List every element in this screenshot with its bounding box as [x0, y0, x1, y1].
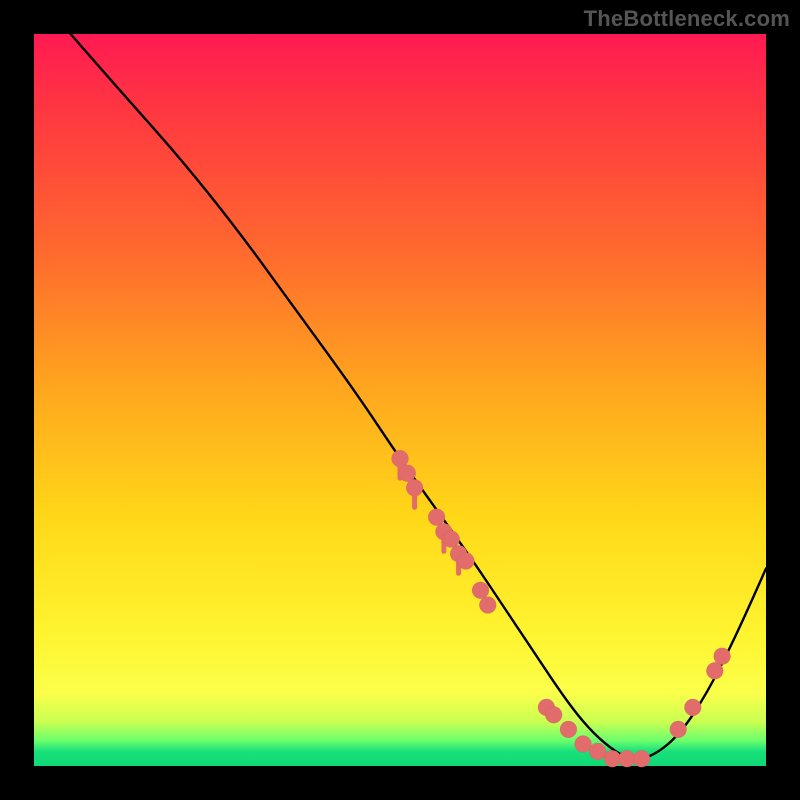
- highlight-dot: [443, 531, 460, 548]
- chart-overlay: [34, 34, 766, 766]
- highlight-dot: [472, 582, 489, 599]
- highlight-dot: [428, 509, 445, 526]
- highlight-dot: [545, 706, 562, 723]
- highlight-dot: [399, 465, 416, 482]
- plot-area: [34, 34, 766, 766]
- chart-frame: TheBottleneck.com: [0, 0, 800, 800]
- highlight-dot: [633, 750, 650, 767]
- highlight-dot: [406, 479, 423, 496]
- highlight-dot: [684, 699, 701, 716]
- highlight-dots: [392, 450, 731, 767]
- highlight-dot: [714, 648, 731, 665]
- highlight-dot: [706, 662, 723, 679]
- highlight-dot: [479, 597, 496, 614]
- highlight-dot: [457, 553, 474, 570]
- highlight-dot: [670, 721, 687, 738]
- watermark-text: TheBottleneck.com: [584, 6, 790, 32]
- highlight-dot: [575, 736, 592, 753]
- highlight-drip: [412, 494, 417, 510]
- highlight-dot: [392, 450, 409, 467]
- bottleneck-curve: [71, 34, 766, 759]
- highlight-dot: [560, 721, 577, 738]
- highlight-dot: [589, 743, 606, 760]
